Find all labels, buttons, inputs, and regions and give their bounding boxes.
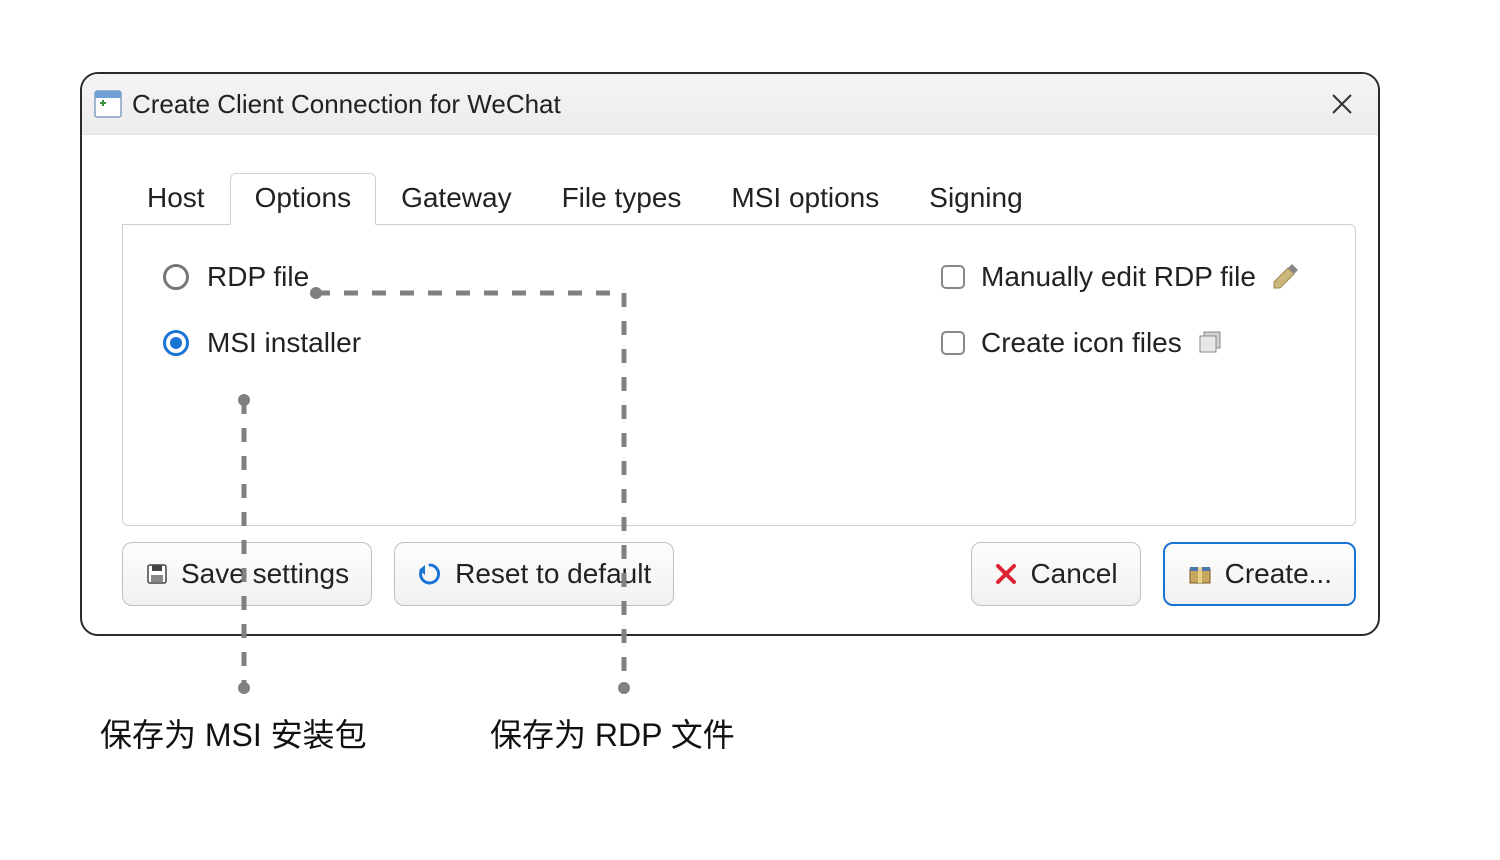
tab-panel-options: RDP file MSI installer Manually edit RDP… <box>122 224 1356 526</box>
save-settings-label: Save settings <box>181 558 349 590</box>
radio-rdp-file-label: RDP file <box>207 261 309 293</box>
pencil-icon <box>1270 262 1300 292</box>
tab-msi-options[interactable]: MSI options <box>706 173 904 225</box>
tab-host[interactable]: Host <box>122 173 230 225</box>
save-settings-button[interactable]: Save settings <box>122 542 372 606</box>
checkbox-row-manual-edit[interactable]: Manually edit RDP file <box>941 261 1300 293</box>
cancel-button[interactable]: Cancel <box>971 542 1140 606</box>
radio-msi-installer-label: MSI installer <box>207 327 361 359</box>
checkbox-icon-files-input[interactable] <box>941 331 965 355</box>
radio-row-msi-installer[interactable]: MSI installer <box>163 327 361 359</box>
radio-msi-installer-input[interactable] <box>163 330 189 356</box>
checkbox-manual-edit-label: Manually edit RDP file <box>981 261 1256 293</box>
save-icon <box>145 562 169 586</box>
refresh-icon <box>417 561 443 587</box>
tab-options[interactable]: Options <box>230 173 377 225</box>
package-icon <box>1187 561 1213 587</box>
annotation-msi: 保存为 MSI 安装包 <box>100 710 367 756</box>
create-label: Create... <box>1225 558 1332 590</box>
close-icon <box>1331 93 1353 115</box>
app-window-icon <box>94 90 122 118</box>
create-button[interactable]: Create... <box>1163 542 1356 606</box>
window-title: Create Client Connection for WeChat <box>132 89 561 120</box>
button-bar: Save settings Reset to default Cancel <box>122 542 1356 608</box>
tab-strip: Host Options Gateway File types MSI opti… <box>122 172 1356 224</box>
radio-rdp-file-input[interactable] <box>163 264 189 290</box>
radio-row-rdp-file[interactable]: RDP file <box>163 261 309 293</box>
checkbox-manual-edit-input[interactable] <box>941 265 965 289</box>
close-button[interactable] <box>1314 74 1370 134</box>
tab-gateway[interactable]: Gateway <box>376 173 537 225</box>
tab-file-types[interactable]: File types <box>537 173 707 225</box>
reset-default-button[interactable]: Reset to default <box>394 542 674 606</box>
dialog-window: Create Client Connection for WeChat Host… <box>80 72 1380 636</box>
stack-icon <box>1196 328 1226 358</box>
checkbox-row-icon-files[interactable]: Create icon files <box>941 327 1226 359</box>
cancel-icon <box>994 562 1018 586</box>
tab-container: Host Options Gateway File types MSI opti… <box>122 172 1356 526</box>
annotation-rdp: 保存为 RDP 文件 <box>490 710 735 756</box>
title-bar: Create Client Connection for WeChat <box>82 74 1378 135</box>
reset-default-label: Reset to default <box>455 558 651 590</box>
cancel-label: Cancel <box>1030 558 1117 590</box>
tab-signing[interactable]: Signing <box>904 173 1047 225</box>
checkbox-icon-files-label: Create icon files <box>981 327 1182 359</box>
